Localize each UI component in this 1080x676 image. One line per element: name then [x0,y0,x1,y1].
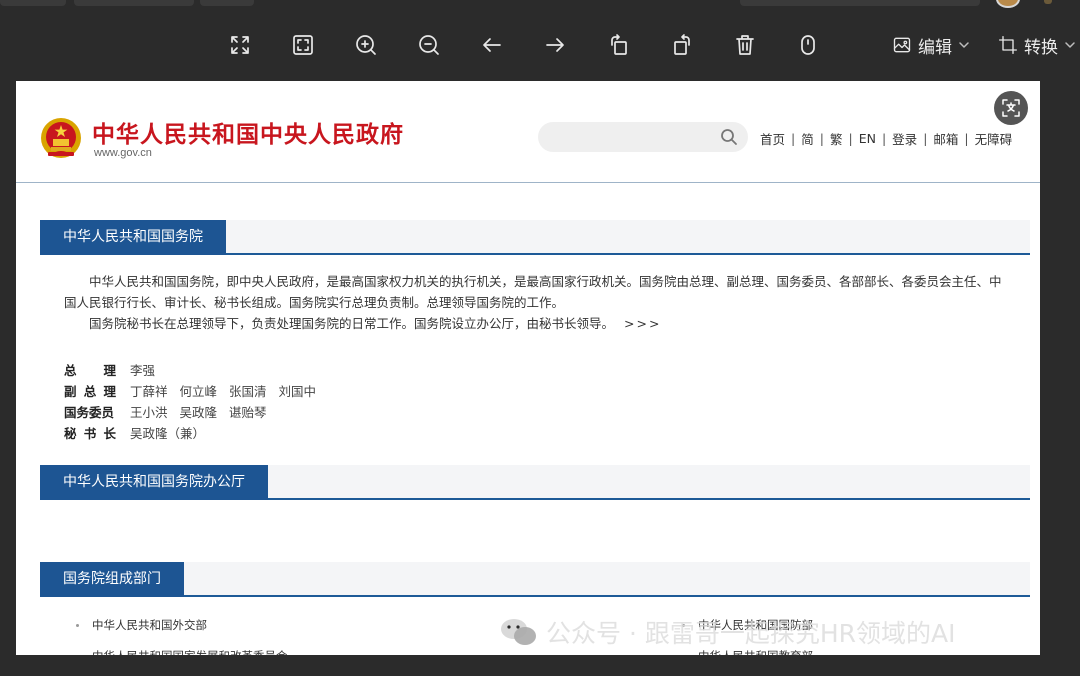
nav-separator: | [848,131,853,146]
image-viewer-toolbar: 编辑 转换 [0,24,1080,66]
crop-icon [999,36,1017,54]
section-header-state-council: 中华人民共和国国务院 [40,220,1030,255]
nav-accessibility[interactable]: 无障碍 [975,129,1013,148]
leader-title: 秘书长 [64,426,116,441]
nav-separator: | [964,131,969,146]
search-input[interactable] [552,128,712,146]
nav-separator: | [819,131,824,146]
state-council-intro: 中华人民共和国国务院，即中央人民政府，是最高国家权力机关的执行机关，是最高国家行… [64,271,1004,334]
arrow-left-icon[interactable] [477,30,507,60]
status-icon [1044,0,1052,4]
viewer-top-strip [0,0,1080,10]
tab-general-office[interactable]: 中华人民共和国国务院办公厅 [40,465,268,500]
intro-paragraph: 国务院秘书长在总理领导下，负责处理国务院的日常工作。国务院设立办公厅，由秘书长领… [64,313,1004,334]
more-link[interactable]: >>> [624,316,661,331]
leader-name[interactable]: 丁薛祥 [130,381,168,402]
section-header-general-office: 中华人民共和国国务院办公厅 [40,465,1030,500]
convert-menu-button[interactable]: 转换 [998,32,1076,58]
leader-row: 秘书长 吴政隆（兼） [64,423,328,444]
national-emblem-icon [41,118,81,158]
image-edit-icon [893,37,911,53]
nav-login[interactable]: 登录 [892,129,917,148]
leader-row: 总理 李强 [64,360,328,381]
chevron-down-icon [1065,42,1075,48]
edit-menu-button[interactable]: 编辑 [892,32,970,58]
leader-name[interactable]: 张国清 [229,381,267,402]
leader-title: 国务委员 [64,405,115,420]
leader-name[interactable]: 王小洪 [130,402,168,423]
chevron-down-icon [959,42,969,48]
nav-simplified[interactable]: 简 [801,129,814,148]
delete-icon[interactable] [730,30,760,60]
leader-row: 国务委员 王小洪 吴政隆 谌贻琴 [64,402,328,423]
zoom-in-icon[interactable] [351,30,381,60]
section-header-departments: 国务院组成部门 [40,562,1030,597]
search-icon[interactable] [720,128,738,146]
leader-title: 总理 [64,363,116,378]
site-search-box[interactable] [538,122,748,152]
window-tab[interactable] [0,0,66,6]
leader-name[interactable]: 谌贻琴 [229,402,267,423]
viewer-search-bar[interactable] [740,0,980,6]
nav-separator: | [881,131,887,146]
translate-icon[interactable] [994,91,1028,125]
zoom-out-icon[interactable] [414,30,444,60]
fit-window-icon[interactable] [288,30,318,60]
nav-separator: | [923,131,928,146]
leaders-list: 总理 李强 副总理 丁薛祥 何立峰 张国清 刘国中 国务委员 王小洪 吴政隆 谌… [64,360,328,444]
leader-name[interactable]: 刘国中 [279,381,317,402]
nav-traditional[interactable]: 繁 [830,129,843,148]
mouse-icon[interactable] [793,30,823,60]
displayed-webpage-image: 中华人民共和国中央人民政府 www.gov.cn 首页 | 简 | 繁 | EN | 登… [16,81,1040,655]
list-item[interactable]: 中华人民共和国国家发展和改革委员会 [74,641,288,655]
tab-departments[interactable]: 国务院组成部门 [40,562,184,597]
edit-label: 编辑 [918,37,952,58]
leader-row: 副总理 丁薛祥 何立峰 张国清 刘国中 [64,381,328,402]
list-item[interactable]: 中华人民共和国教育部 [680,641,813,655]
top-nav: 首页 | 简 | 繁 | EN | 登录 | 邮箱 | 无障碍 [760,129,1012,148]
leader-name[interactable]: 何立峰 [180,381,218,402]
rotate-left-icon[interactable] [604,30,634,60]
leader-name[interactable]: 李强 [130,360,155,381]
window-tab[interactable] [200,0,254,6]
site-header: 中华人民共和国中央人民政府 www.gov.cn 首页 | 简 | 繁 | EN | 登… [16,81,1040,183]
rotate-right-icon[interactable] [667,30,697,60]
convert-label: 转换 [1024,37,1058,58]
department-list-right: 中华人民共和国国防部 中华人民共和国教育部 [680,610,813,655]
nav-home[interactable]: 首页 [760,129,785,148]
avatar[interactable] [996,0,1020,8]
intro-paragraph: 中华人民共和国国务院，即中央人民政府，是最高国家权力机关的执行机关，是最高国家行… [64,274,1002,310]
leader-name[interactable]: 吴政隆 [180,402,218,423]
fullscreen-icon[interactable] [225,30,255,60]
list-item[interactable]: 中华人民共和国外交部 [74,610,288,641]
nav-mail[interactable]: 邮箱 [933,129,958,148]
arrow-right-icon[interactable] [540,30,570,60]
tab-state-council[interactable]: 中华人民共和国国务院 [40,220,226,255]
site-url: www.gov.cn [94,147,152,159]
nav-separator: | [791,131,796,146]
intro-text: 国务院秘书长在总理领导下，负责处理国务院的日常工作。国务院设立办公厅，由秘书长领… [89,316,615,331]
nav-english[interactable]: EN [859,131,876,146]
leader-name[interactable]: 吴政隆（兼） [130,423,205,444]
site-title[interactable]: 中华人民共和国中央人民政府 [92,115,404,149]
leader-title: 副总理 [64,384,116,399]
list-item[interactable]: 中华人民共和国国防部 [680,610,813,641]
department-list-left: 中华人民共和国外交部 中华人民共和国国家发展和改革委员会 [74,610,288,655]
window-tab[interactable] [74,0,194,6]
